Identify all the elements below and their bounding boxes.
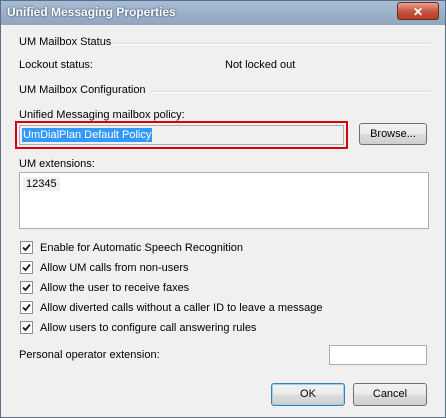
receive-faxes-checkbox[interactable] — [20, 281, 33, 294]
non-user-calls-label: Allow UM calls from non-users — [40, 262, 189, 274]
asr-label: Enable for Automatic Speech Recognition — [40, 242, 244, 254]
checkmark-icon — [22, 303, 31, 312]
status-separator — [113, 43, 431, 45]
checkmark-icon — [22, 283, 31, 292]
ok-button[interactable]: OK — [271, 383, 345, 406]
mailbox-config-heading: UM Mailbox Configuration — [19, 84, 146, 96]
policy-value: UmDialPlan Default Policy — [22, 128, 153, 142]
browse-button[interactable]: Browse... — [359, 123, 427, 145]
dialog-window: Unified Messaging Properties ✕ UM Mailbo… — [0, 0, 446, 418]
window-title: Unified Messaging Properties — [7, 5, 176, 19]
lockout-status-label: Lockout status: — [19, 59, 93, 71]
checkmark-icon — [22, 323, 31, 332]
lockout-status-value: Not locked out — [225, 59, 296, 71]
non-user-calls-checkbox[interactable] — [20, 261, 33, 274]
dialog-body: UM Mailbox Status Lockout status: Not lo… — [7, 25, 439, 411]
answering-rules-checkbox[interactable] — [20, 321, 33, 334]
list-item[interactable]: 12345 — [23, 177, 60, 191]
answering-rules-label: Allow users to configure call answering … — [40, 322, 257, 334]
receive-faxes-label: Allow the user to receive faxes — [40, 282, 190, 294]
title-bar[interactable]: Unified Messaging Properties ✕ — [1, 1, 445, 25]
mailbox-status-heading: UM Mailbox Status — [19, 36, 112, 48]
cancel-button[interactable]: Cancel — [353, 383, 427, 406]
config-separator — [151, 91, 431, 93]
operator-extension-label: Personal operator extension: — [19, 349, 160, 361]
policy-label: Unified Messaging mailbox policy: — [19, 109, 185, 121]
extensions-label: UM extensions: — [19, 158, 95, 170]
checkmark-icon — [22, 243, 31, 252]
checkmark-icon — [22, 263, 31, 272]
operator-extension-field[interactable] — [329, 345, 427, 365]
close-icon: ✕ — [412, 5, 424, 19]
diverted-calls-checkbox[interactable] — [20, 301, 33, 314]
asr-checkbox[interactable] — [20, 241, 33, 254]
extensions-list[interactable]: 12345 — [19, 172, 429, 229]
policy-field[interactable]: UmDialPlan Default Policy — [19, 125, 344, 145]
diverted-calls-label: Allow diverted calls without a caller ID… — [40, 302, 323, 314]
close-button[interactable]: ✕ — [397, 2, 439, 20]
